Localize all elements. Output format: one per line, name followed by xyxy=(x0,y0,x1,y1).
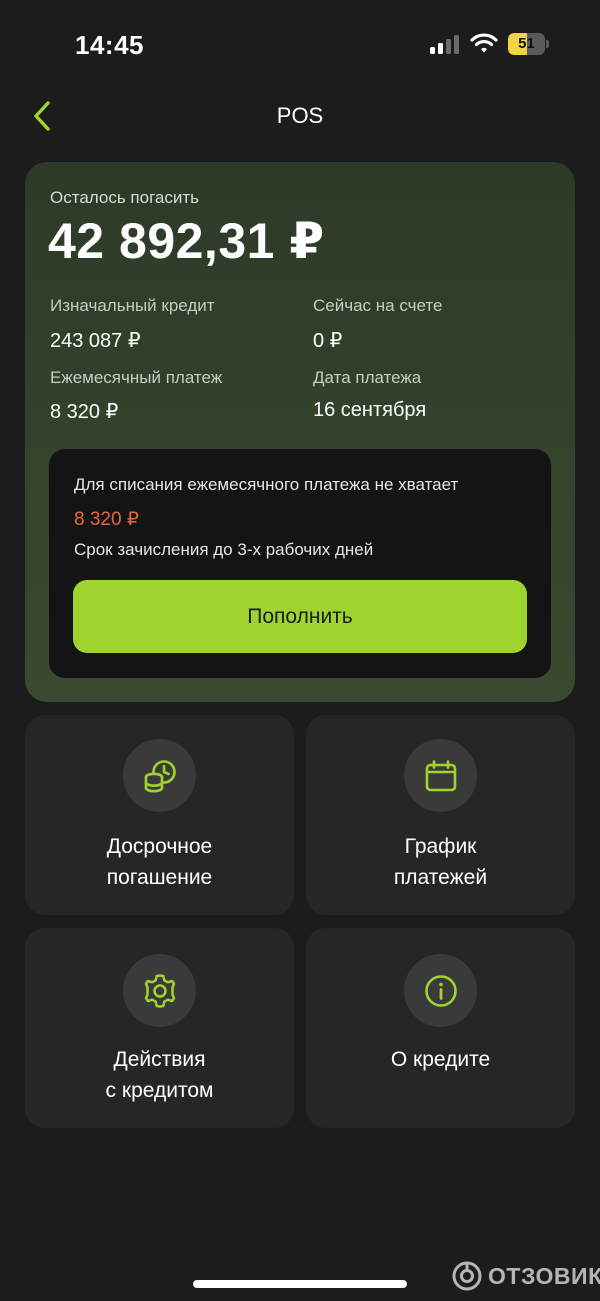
battery-level: 51 xyxy=(518,35,535,52)
gear-icon xyxy=(123,954,196,1027)
monthly-payment-value: 8 320 ₽ xyxy=(50,401,119,423)
early-repayment-label: Досрочное погашение xyxy=(106,835,213,889)
coins-clock-icon xyxy=(123,739,196,812)
screen: 14:45 51 POS Осталось погасить 42 892,31… xyxy=(0,0,600,1301)
insufficient-funds-alert: Для списания ежемесячного платежа не хва… xyxy=(49,449,551,678)
initial-credit-value: 243 087 ₽ xyxy=(50,330,141,352)
top-up-button[interactable]: Пополнить xyxy=(73,580,527,653)
payment-schedule-label: График платежей xyxy=(393,835,488,889)
alert-amount: 8 320 ₽ xyxy=(74,509,139,530)
payment-date-label: Дата платежа xyxy=(313,368,422,387)
alert-text: Для списания ежемесячного платежа не хва… xyxy=(74,475,459,494)
cellular-signal-icon xyxy=(430,34,460,54)
about-loan-label: О кредите xyxy=(390,1048,491,1071)
account-balance-label: Сейчас на счете xyxy=(313,296,443,315)
status-bar: 14:45 51 xyxy=(0,0,600,90)
otzovik-logo-icon xyxy=(452,1261,482,1291)
payment-date-value: 16 сентября xyxy=(313,399,427,421)
payment-schedule-tile[interactable]: График платежей xyxy=(306,715,575,915)
info-icon xyxy=(404,954,477,1027)
otzovik-watermark: ОТЗОВИК xyxy=(452,1258,600,1294)
monthly-payment-label: Ежемесячный платеж xyxy=(50,368,223,387)
page-title: POS xyxy=(276,103,324,128)
account-balance-value: 0 ₽ xyxy=(313,330,343,352)
loan-actions-label: Действия с кредитом xyxy=(105,1048,214,1102)
loan-actions-tile[interactable]: Действия с кредитом xyxy=(25,928,294,1128)
remaining-label: Осталось погасить xyxy=(50,188,199,207)
wifi-icon xyxy=(470,32,498,54)
early-repayment-tile[interactable]: Досрочное погашение xyxy=(25,715,294,915)
loan-summary-card: Осталось погасить 42 892,31 ₽ Изначальны… xyxy=(25,162,575,702)
alert-subtext: Срок зачисления до 3-х рабочих дней xyxy=(74,540,374,559)
watermark-text: ОТЗОВИК xyxy=(488,1262,600,1289)
battery-icon: 51 xyxy=(508,33,549,55)
initial-credit-label: Изначальный кредит xyxy=(50,296,215,315)
remaining-amount: 42 892,31 ₽ xyxy=(48,213,325,269)
about-loan-tile[interactable]: О кредите xyxy=(306,928,575,1128)
status-time: 14:45 xyxy=(75,30,144,60)
home-indicator[interactable] xyxy=(193,1280,407,1288)
calendar-icon xyxy=(404,739,477,812)
